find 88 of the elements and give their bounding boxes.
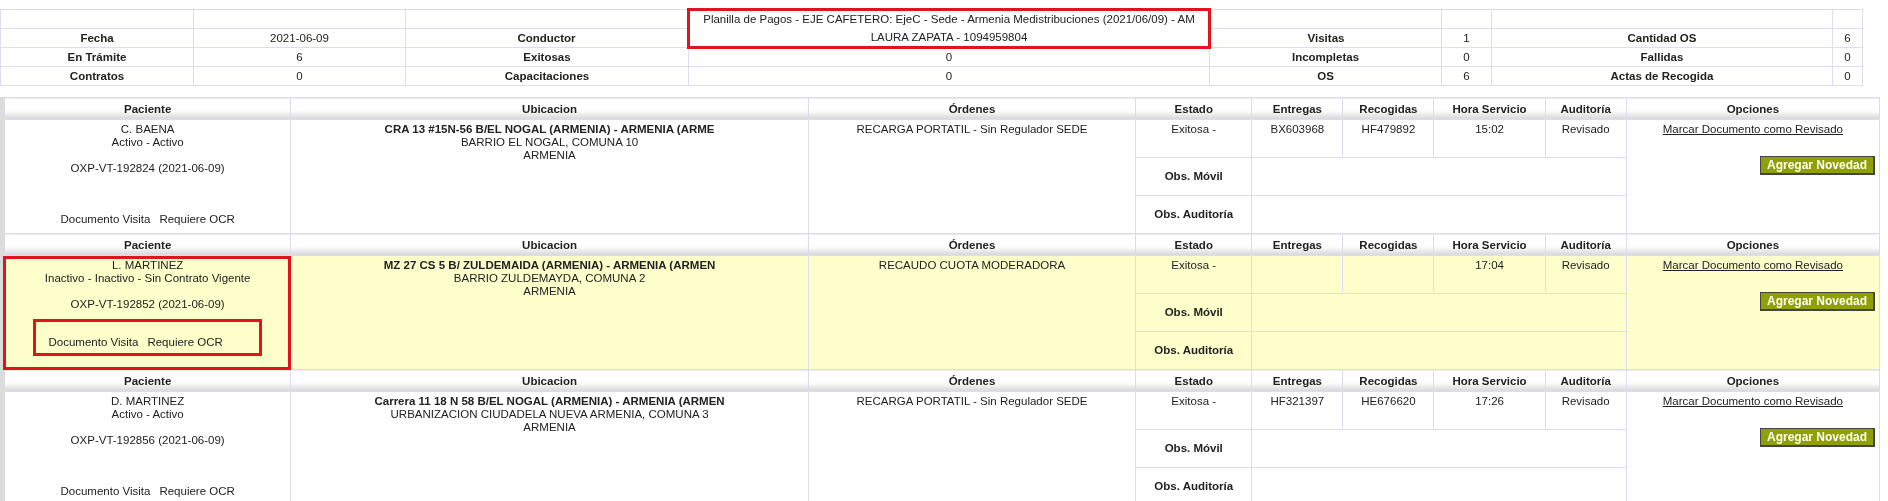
summary-value: 1 [1441,28,1492,48]
summary-value: 6 [1441,66,1492,86]
orders-cell: RECARGA PORTATIL - Sin Regulador SEDE [808,119,1136,234]
column-header: Ubicacion [290,97,809,120]
observation-label: Obs. Móvil [1135,429,1252,468]
address-line: MZ 27 CS 5 B/ ZULDEMAIDA (ARMENIA) - ARMENIA (ARMEN [382,259,717,272]
column-header: Paciente [2,233,291,256]
table-cell: Revisado [1545,391,1627,430]
column-header: Ubicacion [290,369,809,392]
table-cell: Revisado [1545,119,1627,158]
column-header: Órdenes [808,369,1136,392]
document-link[interactable]: Documento Visita [48,336,139,349]
summary-label: Cantidad OS [1491,28,1833,48]
summary-value: 0 [193,66,406,86]
summary-value: 0 [1832,47,1863,67]
patient-name: L. MARTINEZ [110,259,185,272]
summary-value: 2021-06-09 [193,28,406,48]
summary-label: Fecha [0,28,194,48]
summary-label: Visitas [1209,28,1442,48]
observation-label: Obs. Móvil [1135,293,1252,332]
table-cell: HE676620 [1342,391,1434,430]
column-header: Opciones [1626,233,1880,256]
summary-label: Fallidas [1491,47,1833,67]
column-header: Estado [1135,97,1252,120]
summary-value: 0 [1441,47,1492,67]
table-cell: BX603968 [1251,119,1343,158]
report-title: Planilla de Pagos - EJE CAFETERO: EjeC - Sede - Armenia Medistribuciones (2021/06/09) - AM [688,9,1210,29]
summary-label: Actas de Recogida [1491,66,1833,86]
summary-value: 0 [688,47,1210,67]
summary-value: LAURA ZAPATA - 1094959804 [688,28,1210,48]
column-header: Opciones [1626,97,1880,120]
table-cell: 15:02 [1434,119,1546,158]
column-header: Recogidas [1342,97,1434,120]
review-link[interactable]: Marcar Documento como Revisado [1662,259,1843,272]
column-header: Paciente [2,97,291,120]
visit-code: OXP-VT-192852 (2021-06-09) [69,298,226,311]
review-link[interactable]: Marcar Documento como Revisado [1662,123,1843,136]
address-line: CRA 13 #15N-56 B/EL NOGAL (ARMENIA) - ARMENIA (ARME [383,123,716,136]
summary-value: 0 [688,66,1210,86]
column-header: Opciones [1626,369,1880,392]
column-header: Órdenes [808,97,1136,120]
document-link[interactable]: Requiere OCR [147,336,223,349]
column-header: Entregas [1251,97,1343,120]
address-line: URBANIZACION CIUDADELA NUEVA ARMENIA, COMUNA 3 [389,408,710,421]
address-line: BARRIO ZULDEMAYDA, COMUNA 2 [452,272,647,285]
observation-label: Obs. Móvil [1135,157,1252,196]
address-line: ARMENIA [522,421,577,434]
table-cell: Revisado [1545,255,1627,294]
document-link[interactable]: Requiere OCR [159,485,235,498]
column-header: Ubicacion [290,233,809,256]
observation-label: Obs. Auditoría [1135,195,1252,234]
address-line: BARRIO EL NOGAL, COMUNA 10 [459,136,640,149]
table-cell: Exitosa - [1135,391,1252,430]
document-link[interactable]: Documento Visita [60,485,151,498]
table-cell: HF479892 [1342,119,1434,158]
patient-status: Activo - Activo [110,408,185,421]
address-line: ARMENIA [522,149,577,162]
column-header: Órdenes [808,233,1136,256]
summary-label: OS [1209,66,1442,86]
visit-code: OXP-VT-192856 (2021-06-09) [69,434,226,447]
table-cell: 17:04 [1434,255,1546,294]
address-line: ARMENIA [522,285,577,298]
column-header: Auditoría [1545,97,1627,120]
summary-label: Capacitaciones [405,66,689,86]
summary-value: 0 [1832,66,1863,86]
summary-value: 6 [193,47,406,67]
table-cell: Exitosa - [1135,119,1252,158]
review-link[interactable]: Marcar Documento como Revisado [1662,395,1843,408]
table-cell: HF321397 [1251,391,1343,430]
table-cell: 17:26 [1434,391,1546,430]
patient-name: D. MARTINEZ [110,395,186,408]
patient-name: C. BAENA [119,123,176,136]
column-header: Hora Servicio [1434,97,1546,120]
summary-value: 6 [1832,28,1863,48]
summary-label: Exitosas [405,47,689,67]
patient-status: Activo - Activo [110,136,185,149]
visit-code: OXP-VT-192824 (2021-06-09) [69,162,226,175]
orders-cell: RECAUDO CUOTA MODERADORA [808,255,1136,370]
document-link[interactable]: Requiere OCR [159,213,235,226]
table-cell: Exitosa - [1135,255,1252,294]
summary-label: Incompletas [1209,47,1442,67]
patient-status: Inactivo - Inactivo - Sin Contrato Vigente [43,272,252,285]
summary-label: Contratos [0,66,194,86]
address-line: Carrera 11 18 N 58 B/EL NOGAL (ARMENIA) - ARMENIA (ARMEN [373,395,726,408]
summary-label: En Trámite [0,47,194,67]
document-link[interactable]: Documento Visita [60,213,151,226]
column-header: Paciente [2,369,291,392]
observation-label: Obs. Auditoría [1135,331,1252,370]
